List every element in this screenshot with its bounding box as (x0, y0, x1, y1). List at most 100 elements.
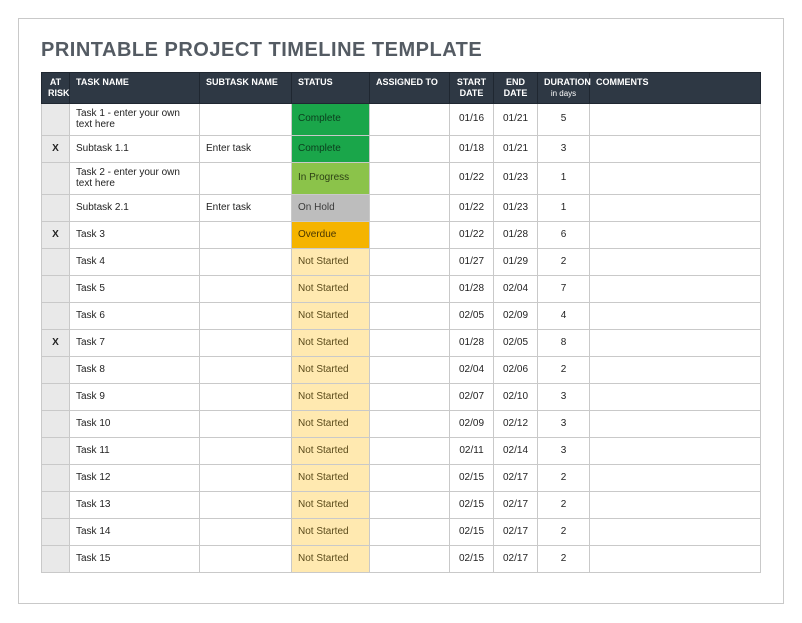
cell-duration: 6 (538, 221, 590, 248)
cell-status: Not Started (292, 464, 370, 491)
table-row: Task 13Not Started02/1502/172 (42, 491, 761, 518)
cell-assigned (370, 135, 450, 162)
table-row: XTask 3Overdue01/2201/286 (42, 221, 761, 248)
cell-end: 01/29 (494, 248, 538, 275)
cell-risk: X (42, 135, 70, 162)
table-row: XSubtask 1.1Enter taskComplete01/1801/21… (42, 135, 761, 162)
col-header-end: END DATE (494, 73, 538, 104)
cell-subtask (200, 410, 292, 437)
cell-risk (42, 545, 70, 572)
cell-subtask (200, 545, 292, 572)
cell-subtask (200, 491, 292, 518)
cell-risk: X (42, 221, 70, 248)
cell-comments (590, 248, 761, 275)
cell-assigned (370, 103, 450, 135)
cell-start: 02/15 (450, 518, 494, 545)
cell-duration: 2 (538, 545, 590, 572)
cell-subtask (200, 248, 292, 275)
cell-assigned (370, 194, 450, 221)
cell-comments (590, 162, 761, 194)
timeline-table: AT RISK TASK NAME SUBTASK NAME STATUS AS… (41, 72, 761, 573)
cell-comments (590, 356, 761, 383)
cell-end: 02/04 (494, 275, 538, 302)
col-header-comments: COMMENTS (590, 73, 761, 104)
cell-task: Task 15 (70, 545, 200, 572)
cell-end: 02/10 (494, 383, 538, 410)
cell-subtask (200, 383, 292, 410)
cell-risk (42, 437, 70, 464)
table-row: Task 8Not Started02/0402/062 (42, 356, 761, 383)
table-row: XTask 7Not Started01/2802/058 (42, 329, 761, 356)
cell-end: 02/17 (494, 464, 538, 491)
cell-comments (590, 383, 761, 410)
col-header-subtask: SUBTASK NAME (200, 73, 292, 104)
cell-assigned (370, 437, 450, 464)
cell-duration: 3 (538, 135, 590, 162)
cell-status: Complete (292, 103, 370, 135)
cell-task: Task 13 (70, 491, 200, 518)
cell-task: Task 4 (70, 248, 200, 275)
cell-start: 01/18 (450, 135, 494, 162)
table-row: Task 14 Not Started 02/1502/172 (42, 518, 761, 545)
cell-assigned (370, 162, 450, 194)
cell-end: 02/17 (494, 518, 538, 545)
cell-duration: 2 (538, 518, 590, 545)
cell-task: Task 3 (70, 221, 200, 248)
cell-risk (42, 103, 70, 135)
table-body: Task 1 - enter your own text hereComplet… (42, 103, 761, 572)
cell-comments (590, 103, 761, 135)
cell-start: 02/05 (450, 302, 494, 329)
cell-risk (42, 383, 70, 410)
col-header-duration-main: DURATION (544, 77, 591, 87)
col-header-assigned: ASSIGNED TO (370, 73, 450, 104)
cell-end: 02/17 (494, 545, 538, 572)
table-row: Task 11Not Started02/1102/143 (42, 437, 761, 464)
cell-task: Subtask 1.1 (70, 135, 200, 162)
table-row: Task 4Not Started01/2701/292 (42, 248, 761, 275)
cell-task: Task 14 (70, 518, 200, 545)
col-header-task: TASK NAME (70, 73, 200, 104)
cell-comments (590, 437, 761, 464)
cell-status: Not Started (292, 302, 370, 329)
cell-start: 02/15 (450, 464, 494, 491)
cell-comments (590, 545, 761, 572)
cell-assigned (370, 356, 450, 383)
table-row: Task 1 - enter your own text hereComplet… (42, 103, 761, 135)
cell-duration: 4 (538, 302, 590, 329)
cell-subtask (200, 221, 292, 248)
cell-end: 01/21 (494, 103, 538, 135)
cell-subtask (200, 329, 292, 356)
cell-status: Not Started (292, 518, 370, 545)
cell-subtask (200, 275, 292, 302)
cell-assigned (370, 329, 450, 356)
cell-task: Task 2 - enter your own text here (70, 162, 200, 194)
cell-task: Subtask 2.1 (70, 194, 200, 221)
cell-duration: 2 (538, 491, 590, 518)
cell-subtask (200, 302, 292, 329)
col-header-start: START DATE (450, 73, 494, 104)
cell-risk (42, 464, 70, 491)
cell-end: 02/12 (494, 410, 538, 437)
table-row: Task 10Not Started02/0902/123 (42, 410, 761, 437)
cell-duration: 2 (538, 248, 590, 275)
cell-assigned (370, 302, 450, 329)
table-row: Task 5Not Started01/2802/047 (42, 275, 761, 302)
cell-risk (42, 275, 70, 302)
cell-duration: 1 (538, 194, 590, 221)
document-page: PRINTABLE PROJECT TIMELINE TEMPLATE AT R… (18, 18, 784, 604)
cell-task: Task 6 (70, 302, 200, 329)
cell-task: Task 12 (70, 464, 200, 491)
cell-comments (590, 275, 761, 302)
table-row: Subtask 2.1Enter taskOn Hold01/2201/231 (42, 194, 761, 221)
cell-end: 01/21 (494, 135, 538, 162)
cell-risk (42, 518, 70, 545)
cell-comments (590, 135, 761, 162)
cell-end: 01/23 (494, 194, 538, 221)
cell-status: In Progress (292, 162, 370, 194)
cell-status: Not Started (292, 383, 370, 410)
cell-risk (42, 410, 70, 437)
cell-start: 01/28 (450, 329, 494, 356)
cell-subtask (200, 356, 292, 383)
cell-task: Task 5 (70, 275, 200, 302)
cell-start: 01/27 (450, 248, 494, 275)
